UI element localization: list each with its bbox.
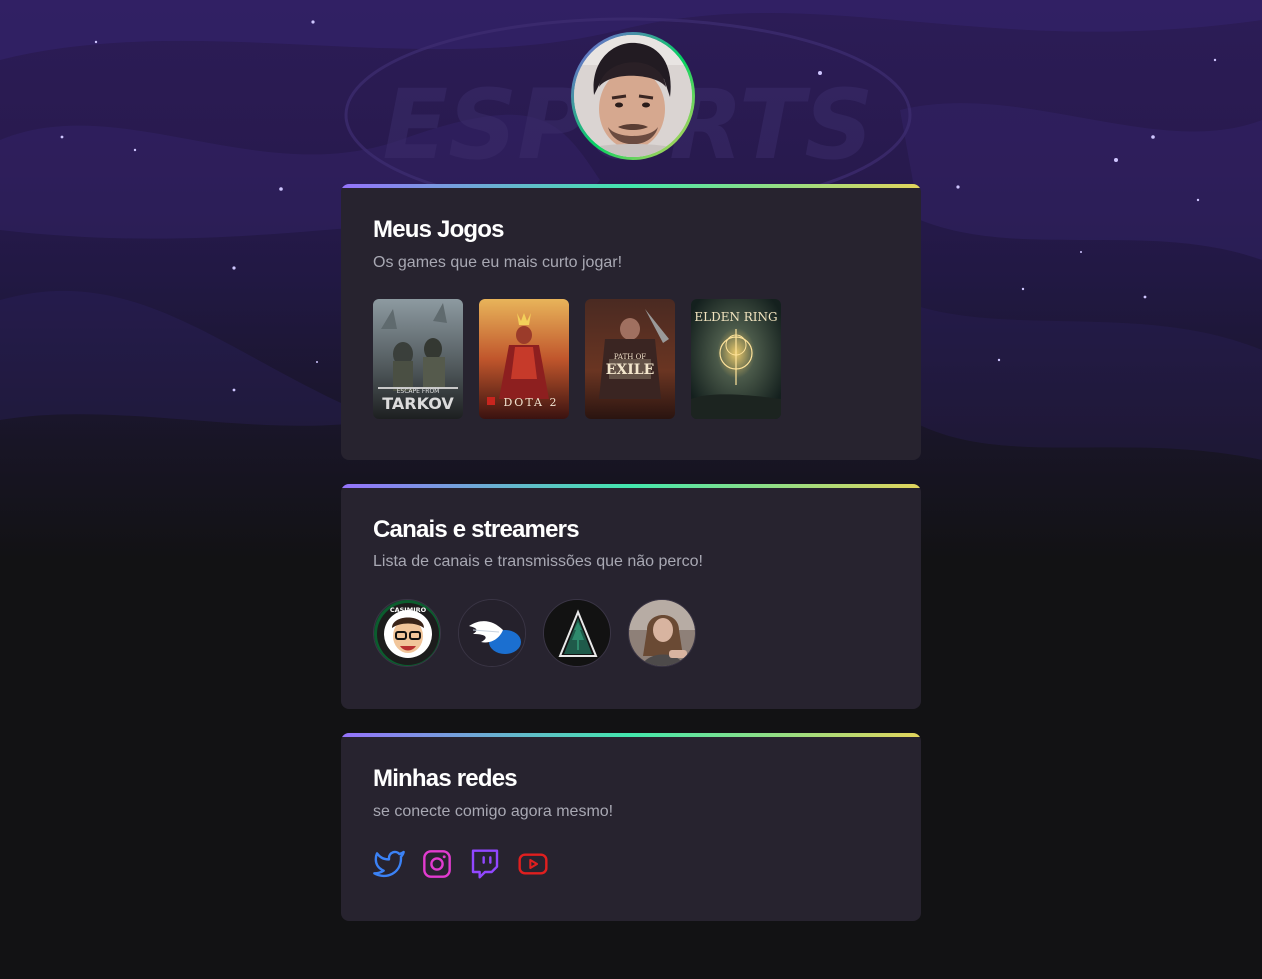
games-card: Meus Jogos Os games que eu mais curto jo… [341,184,921,460]
instagram-icon [423,850,451,878]
twitter-link[interactable] [373,848,405,880]
socials-card-subtitle: se conecte comigo agora mesmo! [373,803,614,820]
game-cover-dota2[interactable]: DOTA 2 [479,299,569,419]
svg-text:EXILE: EXILE [606,362,655,378]
page: ESPORTS [0,0,1262,979]
streamers-list: CASIMIRO [373,599,696,667]
streamers-card: Canais e streamers Lista de canais e tra… [341,484,921,709]
game-cover-path-of-exile[interactable]: PATH OF EXILE [585,299,675,419]
games-card-subtitle: Os games que eu mais curto jogar! [373,254,623,271]
twitch-icon [471,849,499,879]
streamer-avatar-casimiro[interactable]: CASIMIRO [373,599,441,667]
streamer-avatar-pyramid[interactable] [543,599,611,667]
svg-text:TARKOV: TARKOV [382,394,454,413]
youtube-icon [518,853,548,875]
svg-text:PATH OF: PATH OF [614,353,646,361]
socials-card: Minhas redes se conecte comigo agora mes… [341,733,921,921]
avatar-photo [574,35,692,157]
socials-list [373,848,549,880]
game-cover-tarkov[interactable]: ESCAPE FROM TARKOV [373,299,463,419]
svg-text:ELDEN RING: ELDEN RING [694,310,777,324]
streamer-avatar-wing[interactable] [458,599,526,667]
twitch-link[interactable] [469,848,501,880]
svg-text:DOTA 2: DOTA 2 [503,396,558,409]
games-list: ESCAPE FROM TARKOV DOTA 2 PATH OF EXILE … [373,299,781,419]
instagram-link[interactable] [421,848,453,880]
socials-card-title: Minhas redes [373,765,518,792]
svg-text:CASIMIRO: CASIMIRO [390,606,427,614]
game-cover-elden-ring[interactable]: ELDEN RING [691,299,781,419]
twitter-icon [373,850,405,878]
avatar [574,35,692,157]
youtube-link[interactable] [517,848,549,880]
profile-avatar [571,32,695,160]
streamer-avatar-person[interactable] [628,599,696,667]
streamers-card-title: Canais e streamers [373,516,580,543]
games-card-title: Meus Jogos [373,216,505,243]
streamers-card-subtitle: Lista de canais e transmissões que não p… [373,553,703,570]
